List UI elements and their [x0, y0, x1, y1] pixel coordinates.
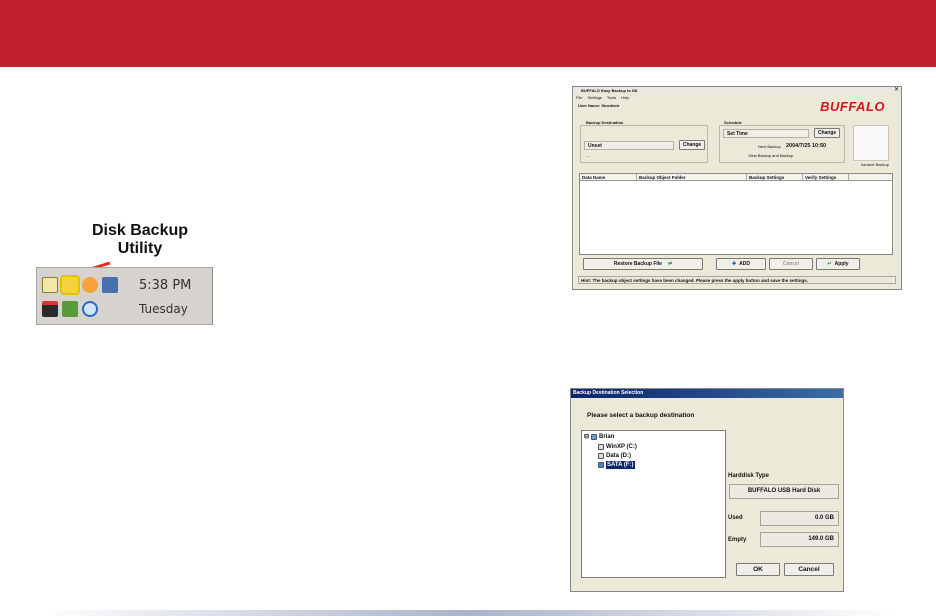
- menu-file[interactable]: File: [576, 95, 582, 100]
- computer-icon: [591, 434, 598, 440]
- footer-band: [40, 610, 896, 616]
- restore-backup-button[interactable]: Restore Backup File ⇄: [583, 258, 703, 270]
- usb-drive-icon: [598, 462, 604, 468]
- drive-icon: [853, 125, 889, 161]
- schedule-icon[interactable]: [42, 277, 58, 293]
- tray-day: Tuesday: [139, 302, 188, 316]
- empty-label: Empty: [728, 537, 747, 543]
- tree-item-sata[interactable]: SATA (F:): [598, 461, 635, 469]
- destination-label: Backup Destination: [585, 120, 625, 125]
- dialog-title: Backup Destination Selection: [571, 389, 843, 398]
- clock-icon[interactable]: [82, 277, 98, 293]
- tree-root[interactable]: ⊟ Brian: [584, 433, 614, 441]
- apply-check-icon: ↵: [827, 261, 832, 267]
- system-tray: 5:38 PM Tuesday: [36, 267, 213, 325]
- schedule-note: View Backup and Backup: [748, 153, 794, 158]
- header-band: [0, 0, 936, 67]
- drive-tree[interactable]: ⊟ Brian WinXP (C:) Data (D:) SATA (F:): [581, 430, 726, 578]
- callout-line1: Disk Backup: [91, 222, 189, 239]
- destination-field: Unset: [584, 141, 674, 150]
- tree-item-label: SATA (F:): [606, 461, 635, 469]
- used-label: Used: [728, 515, 743, 521]
- backup-destination-dialog: Backup Destination Selection Please sele…: [570, 388, 844, 592]
- add-button[interactable]: ✚ ADD: [716, 258, 766, 270]
- tree-root-label: Brian: [599, 434, 615, 440]
- collapse-icon[interactable]: ⊟: [584, 433, 589, 441]
- col-data-name[interactable]: Data Name: [580, 174, 637, 180]
- close-icon[interactable]: ✕: [894, 87, 899, 94]
- restore-arrow-icon: ⇄: [667, 261, 673, 267]
- menu-tools[interactable]: Tools: [607, 95, 616, 100]
- dialog-prompt: Please select a backup destination: [587, 412, 695, 419]
- window-title: BUFFALO Easy Backup to G8: [573, 87, 901, 94]
- empty-value: 149.0 GB: [760, 532, 839, 547]
- plus-icon: ✚: [731, 261, 737, 267]
- buffalo-logo: BUFFALO: [820, 99, 885, 114]
- next-backup-label: Next Backup: [758, 144, 781, 149]
- destination-change-button[interactable]: Change: [679, 140, 705, 150]
- apply-label: Apply: [834, 261, 849, 267]
- green-drive-icon[interactable]: [62, 301, 78, 317]
- next-backup-value: 2004/7/25 10:50: [786, 143, 827, 149]
- network-disconnected-icon[interactable]: [102, 277, 118, 293]
- apply-button[interactable]: ↵ Apply: [816, 258, 860, 270]
- tree-item-label: Data (D:): [606, 453, 631, 459]
- dialog-cancel-button[interactable]: Cancel: [784, 563, 834, 576]
- add-label: ADD: [739, 261, 751, 267]
- tree-item-label: WinXP (C:): [606, 444, 637, 450]
- disk-backup-utility-icon[interactable]: [60, 275, 80, 295]
- used-value: 0.0 GB: [760, 511, 839, 526]
- schedule-change-button[interactable]: Change: [814, 128, 840, 138]
- ok-button[interactable]: OK: [736, 563, 780, 576]
- menu-help[interactable]: Help: [621, 95, 629, 100]
- harddisk-type-label: Harddisk Type: [728, 473, 769, 479]
- col-backup-settings[interactable]: Backup Settings: [747, 174, 803, 180]
- callout-line2: Utility: [117, 240, 163, 257]
- tray-time: 5:38 PM: [139, 278, 192, 293]
- hard-drive-icon: [598, 444, 604, 450]
- hard-drive-icon: [598, 453, 604, 459]
- table-header: Data Name Backup Object Folder Backup Se…: [580, 174, 892, 181]
- easy-backup-window: BUFFALO Easy Backup to G8 ✕ File Setting…: [572, 86, 902, 290]
- tree-item-winxp[interactable]: WinXP (C:): [598, 443, 637, 451]
- col-verify-settings[interactable]: Verify Settings: [803, 174, 849, 180]
- schedule-label: Schedule: [723, 120, 743, 125]
- user-name: User Name: Strudentr: [578, 103, 620, 108]
- menu-bar: File Settings Tools Help: [576, 95, 629, 100]
- col-backup-object-folder[interactable]: Backup Object Folder: [637, 174, 747, 180]
- status-bar: Hint: The backup object settings have be…: [578, 276, 896, 284]
- tree-item-data[interactable]: Data (D:): [598, 452, 631, 460]
- harddisk-type-value: BUFFALO USB Hard Disk: [729, 484, 839, 499]
- menu-settings[interactable]: Settings: [587, 95, 601, 100]
- page: Disk Backup Utility 5:38 PM Tuesday BUFF…: [0, 0, 936, 616]
- restore-label: Restore Backup File: [613, 261, 662, 267]
- schedule-dropdown[interactable]: Set Time: [723, 129, 809, 138]
- cancel-button[interactable]: Cancel: [769, 258, 813, 270]
- disk-backup-callout: Disk Backup Utility: [85, 222, 195, 258]
- drive-caption: Intranet Backup: [860, 162, 889, 167]
- search-icon[interactable]: [82, 301, 98, 317]
- update-icon[interactable]: [42, 301, 58, 317]
- destination-sub: --: [587, 153, 590, 158]
- backup-table[interactable]: Data Name Backup Object Folder Backup Se…: [579, 173, 893, 255]
